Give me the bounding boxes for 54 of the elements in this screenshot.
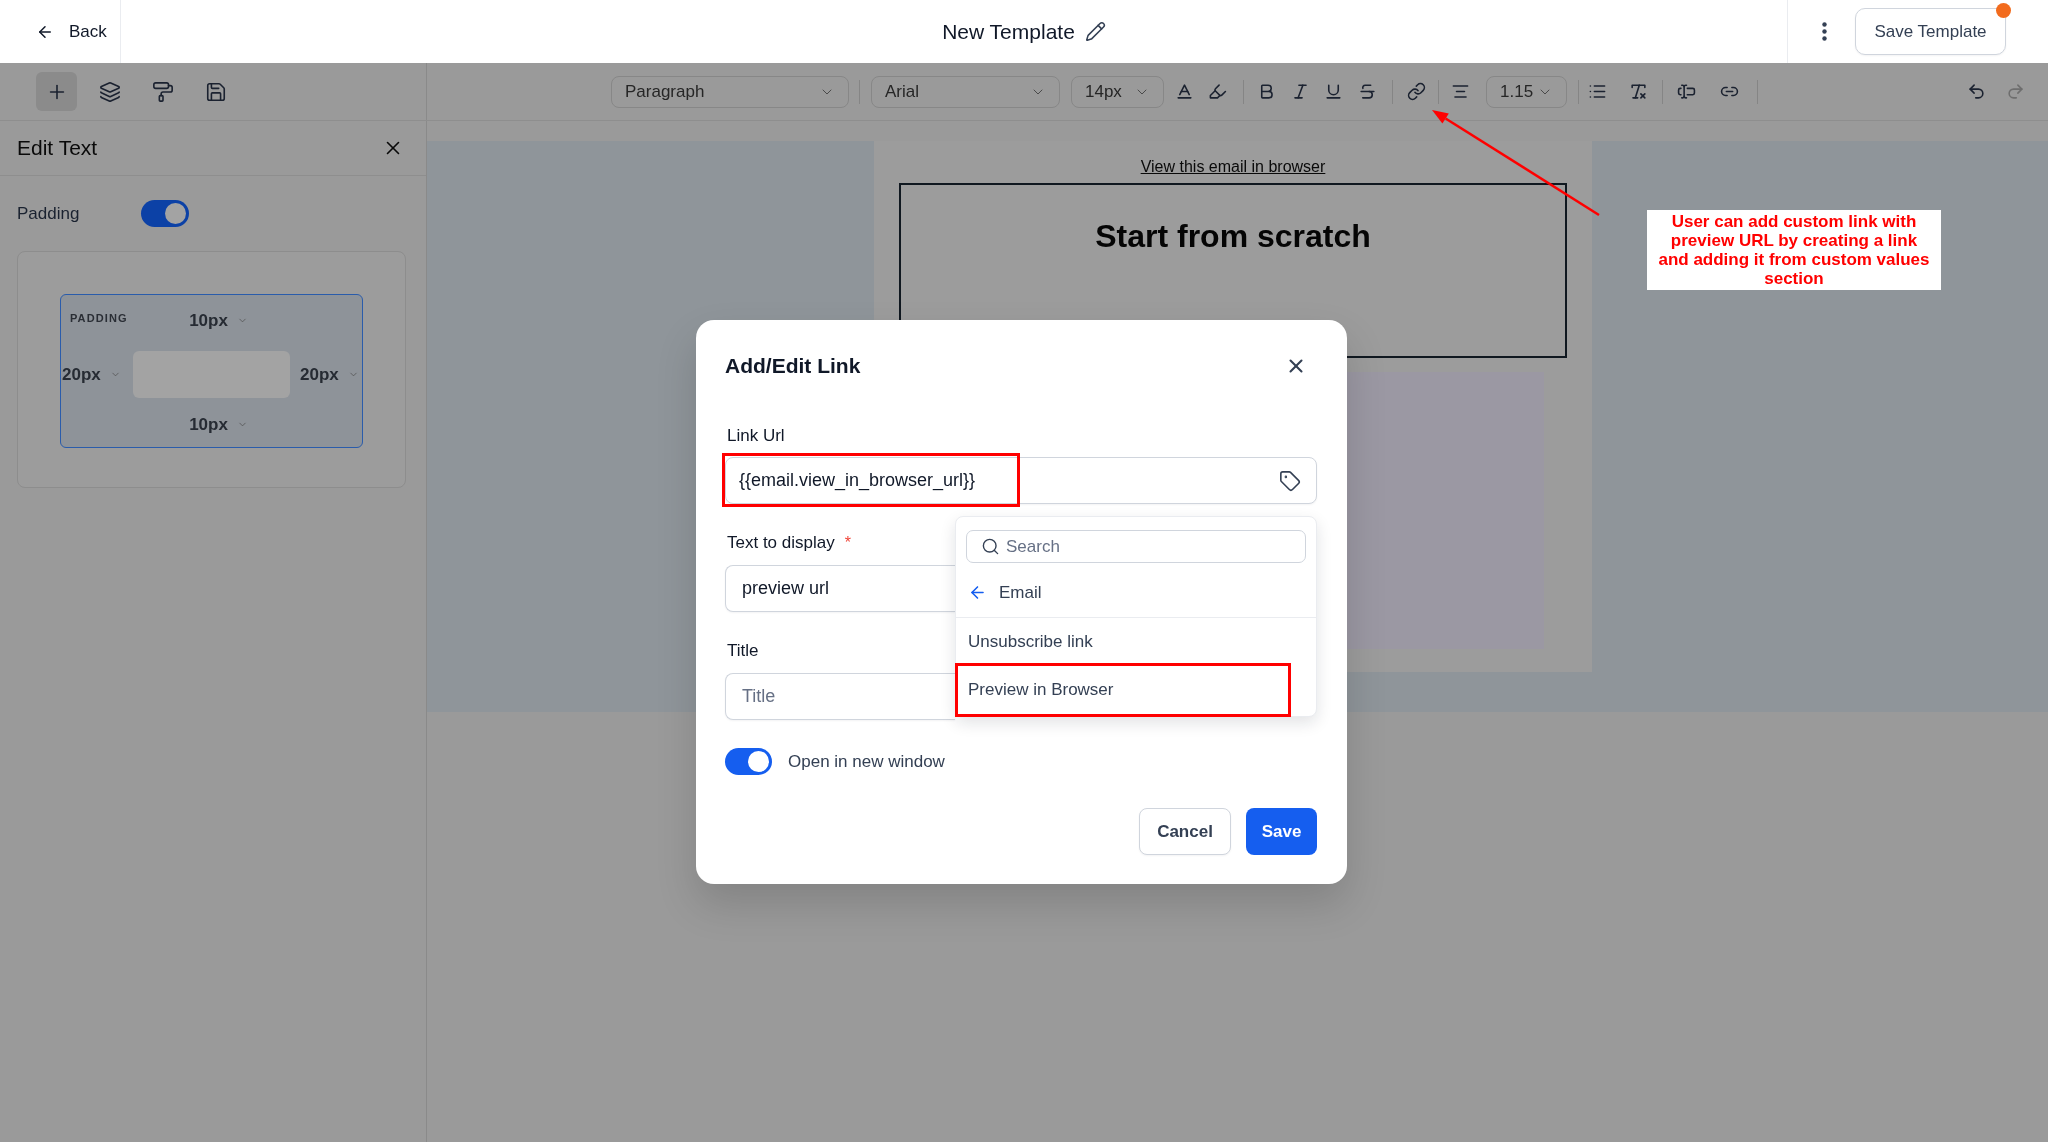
strikethrough-icon (1357, 82, 1377, 101)
cancel-button[interactable]: Cancel (1139, 808, 1231, 855)
email-heading: Start from scratch (1095, 217, 1371, 256)
save-icon (204, 80, 227, 103)
line-height-dropdown[interactable]: 1.15 (1486, 75, 1567, 108)
more-options-icon (1821, 22, 1827, 41)
annotation-note: User can add custom link with preview URL by creating a link and adding it from custom values section (1647, 210, 1941, 290)
font-family-dropdown[interactable]: Arial (871, 75, 1060, 108)
undo-icon (1966, 82, 1986, 101)
dialog-title: Add/Edit Link (725, 353, 861, 380)
text-color-icon (1174, 82, 1194, 101)
panel-title: Edit Text (17, 135, 98, 162)
left-padding-select[interactable]: 20px (62, 361, 121, 388)
link-icon (1406, 82, 1426, 101)
paint-roller-icon (151, 80, 174, 103)
bullet-list-icon (1587, 82, 1607, 101)
required-asterisk: * (844, 533, 851, 553)
font-size-dropdown[interactable]: 14px (1071, 75, 1164, 108)
pencil-icon[interactable] (1084, 21, 1106, 42)
highlighter-icon (1207, 82, 1227, 101)
text-field[interactable]: preview url (725, 565, 955, 612)
back-button[interactable]: Back (36, 18, 107, 45)
underline-icon (1323, 82, 1343, 101)
tag-icon[interactable] (1279, 469, 1301, 492)
clear-formatting-icon (1628, 82, 1648, 101)
search-field[interactable]: Search (966, 530, 1306, 563)
menu-item[interactable]: Unsubscribe link (956, 618, 1316, 666)
top-padding-select[interactable]: 10px (189, 308, 248, 334)
save-template-button[interactable]: Save Template (1855, 8, 2006, 55)
back-to-category-button[interactable]: Email (956, 568, 1316, 618)
align-center-icon (1450, 82, 1470, 101)
search-input[interactable]: Search (1006, 531, 1305, 562)
padding-toggle[interactable] (141, 200, 189, 227)
block-type-dropdown[interactable]: Paragraph (611, 75, 849, 108)
right-padding-select[interactable]: 20px (300, 361, 359, 388)
url-input[interactable]: {{email.view_in_browser_url}} (725, 456, 1017, 504)
redo-icon (2005, 82, 2025, 101)
text-field[interactable]: Title (725, 673, 955, 720)
text-cursor-box-icon (1676, 82, 1696, 101)
menu-item[interactable]: Preview in Browser (958, 666, 1288, 714)
save-button[interactable]: Save (1246, 808, 1317, 855)
toggle-label: Open in new window (788, 750, 945, 773)
field-label: Text to display (727, 532, 835, 555)
view-in-browser-link[interactable]: View this email in browser (1140, 157, 1326, 177)
layers-icon (98, 80, 121, 103)
search-icon (981, 537, 1000, 556)
new-window-toggle[interactable] (725, 748, 772, 775)
padding-label: Padding (17, 202, 81, 225)
field-label: Link Url (727, 425, 785, 448)
field-label: Title (727, 640, 759, 663)
padding-caption: PADDING (70, 312, 128, 324)
add-block-button[interactable] (36, 72, 77, 111)
bottom-padding-select[interactable]: 10px (189, 412, 248, 438)
template-title: New Template (942, 18, 1075, 45)
